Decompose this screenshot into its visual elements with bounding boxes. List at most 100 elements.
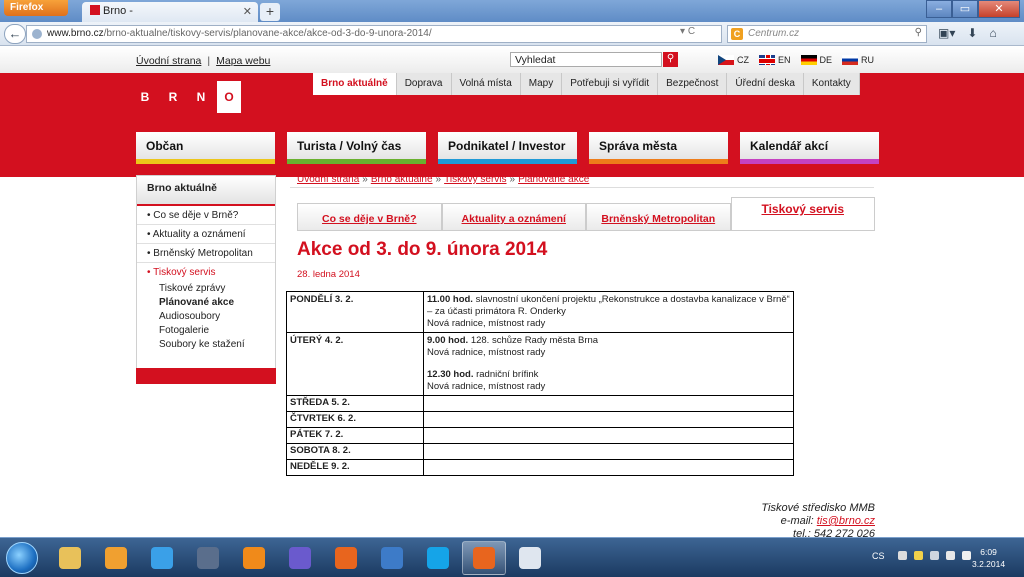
close-window-button[interactable]: ✕ (978, 0, 1020, 18)
sidebar-item-metropolitan[interactable]: Brněnský Metropolitan (137, 244, 275, 263)
subnav-uredni-deska[interactable]: Úřední deska (727, 73, 804, 95)
browser-tab[interactable]: Brno - ✕ (82, 2, 258, 22)
publish-date: 28. ledna 2014 (297, 269, 360, 280)
search-icon[interactable]: ⚲ (915, 27, 922, 38)
sidebar-sub-soubory[interactable]: Soubory ke stažení (137, 337, 275, 351)
volume-icon[interactable] (946, 551, 955, 560)
sidebar-item-aktuality[interactable]: Aktuality a oznámení (137, 225, 275, 244)
minimize-button[interactable]: – (926, 0, 952, 18)
site-search-button[interactable]: ⚲ (663, 52, 678, 67)
power-icon[interactable] (962, 551, 971, 560)
browser-search-input[interactable]: C Centrum.cz ⚲ (727, 25, 927, 43)
taskbar-app-button[interactable] (324, 541, 368, 575)
mainnav-obcan[interactable]: Občan (136, 132, 275, 164)
lang-en-label: EN (778, 55, 791, 65)
firefox-menu-button[interactable]: Firefox (4, 0, 68, 16)
breadcrumb-planovane-akce[interactable]: Plánované akce (518, 174, 589, 185)
day-cell: NEDĚLE 9. 2. (286, 459, 424, 476)
event-place: Nová radnice, místnost rady (427, 381, 546, 392)
table-row: SOBOTA 8. 2. (286, 443, 794, 460)
subnav-mapy[interactable]: Mapy (520, 73, 563, 95)
media-player-icon (105, 547, 127, 569)
maximize-button[interactable]: ▭ (952, 0, 978, 18)
tab-title: Brno - (103, 5, 133, 17)
tab-co-se-deje[interactable]: Co se děje v Brně? (297, 203, 442, 230)
taskbar-app-button[interactable] (278, 541, 322, 575)
lang-cz[interactable]: CZ (718, 55, 749, 65)
new-tab-button[interactable]: + (260, 3, 280, 21)
tab-tiskovy-servis[interactable]: Tiskový servis (730, 197, 875, 230)
clock[interactable]: 6:09 3.2.2014 (972, 546, 1005, 570)
event-text: slavnostní ukončení projektu „Rekonstruk… (427, 294, 790, 317)
taskbar-app-button[interactable] (94, 541, 138, 575)
dropdown-arrow-icon[interactable]: ▾ (680, 26, 685, 37)
sidebar-item-co-se-deje[interactable]: Co se děje v Brně? (137, 206, 275, 225)
taskbar-app-button[interactable] (140, 541, 184, 575)
secondary-nav: Brno aktuálně Doprava Volná místa Mapy P… (313, 73, 860, 95)
taskbar-app-button[interactable] (48, 541, 92, 575)
pdf-document-icon (519, 547, 541, 569)
site-search-input[interactable]: Vyhledat (510, 52, 662, 67)
sitemap-link[interactable]: Mapa webu (216, 55, 270, 67)
table-row: ÚTERÝ 4. 2. 9.00 hod. 128. schůze Rady m… (286, 332, 794, 396)
breadcrumb-tiskovy-servis[interactable]: Tiskový servis (444, 174, 506, 185)
top-links-separator: | (207, 55, 211, 67)
tab-metropolitan[interactable]: Brněnský Metropolitan (586, 203, 731, 230)
tab-aktuality[interactable]: Aktuality a oznámení (441, 203, 586, 230)
breadcrumb-uvodni-strana[interactable]: Úvodní strana (297, 174, 359, 185)
sidebar-sub-audiosoubory[interactable]: Audiosoubory (137, 309, 275, 323)
table-row: NEDĚLE 9. 2. (286, 459, 794, 476)
mainnav-sprava-mesta[interactable]: Správa města (589, 132, 728, 164)
back-button[interactable]: ← (4, 24, 26, 44)
mainnav-kalendar-akci[interactable]: Kalendář akcí (740, 132, 879, 164)
sidebar-item-tiskovy-servis[interactable]: Tiskový servis (137, 263, 275, 281)
press-tel-line: tel.: 542 272 026 (761, 528, 875, 537)
subnav-kontakty[interactable]: Kontakty (803, 73, 860, 95)
taskbar-app-button[interactable] (370, 541, 414, 575)
subnav-volna-mista[interactable]: Volná místa (451, 73, 521, 95)
mainnav-podnikatel[interactable]: Podnikatel / Investor (438, 132, 577, 164)
network-icon[interactable] (930, 551, 939, 560)
taskbar-app-button[interactable] (508, 541, 552, 575)
brno-logo[interactable]: B R N O (133, 81, 241, 113)
input-language[interactable]: CS (872, 551, 885, 561)
lang-de[interactable]: DE (800, 55, 832, 65)
subnav-bezpecnost[interactable]: Bezpečnost (658, 73, 728, 95)
taskbar-app-button[interactable] (232, 541, 276, 575)
windows-taskbar: CS 6:09 3.2.2014 (0, 537, 1024, 577)
sidebar-sub-fotogalerie[interactable]: Fotogalerie (137, 323, 275, 337)
home-link[interactable]: Úvodní strana (136, 55, 201, 67)
address-bar[interactable]: www.brno.cz/brno-aktualne/tiskovy-servis… (26, 25, 722, 43)
close-tab-icon[interactable]: ✕ (243, 5, 252, 18)
sidebar-sub-planovane-akce[interactable]: Plánované akce (137, 295, 275, 309)
taskbar-app-button[interactable] (186, 541, 230, 575)
taskbar-app-button[interactable] (462, 541, 506, 575)
web-page: Úvodní strana | Mapa webu Vyhledat ⚲ CZ EN… (0, 47, 1024, 537)
subnav-doprava[interactable]: Doprava (396, 73, 452, 95)
event-time: 12.30 hod. (427, 369, 474, 380)
start-button[interactable] (6, 542, 38, 574)
subnav-potrebuji-si-vyridit[interactable]: Potřebuji si vyřídit (562, 73, 659, 95)
logo-letter-r: R (168, 90, 178, 104)
bookmarks-menu-icon[interactable]: ▣▾ (938, 26, 955, 40)
home-icon[interactable]: ⌂ (989, 26, 996, 40)
taskbar-app-button[interactable] (416, 541, 460, 575)
logo-letter-b: B (140, 90, 150, 104)
mainnav-turista[interactable]: Turista / Volný čas (287, 132, 426, 164)
german-flag-icon (800, 55, 817, 65)
reload-icon[interactable]: C (688, 26, 695, 37)
sidebar-sub-tiskove-zpravy[interactable]: Tiskové zprávy (137, 281, 275, 295)
notification-flag-icon[interactable] (914, 551, 923, 560)
event: 9.00 hod. 128. schůze Rady města Brna No… (427, 335, 790, 359)
page-title: Akce od 3. do 9. února 2014 (297, 239, 548, 260)
download-icon[interactable]: ⬇ (967, 26, 977, 40)
show-hidden-icons-icon[interactable] (898, 551, 907, 560)
system-tray (898, 551, 971, 560)
lang-en[interactable]: EN (759, 55, 791, 65)
lang-ru[interactable]: RU (842, 55, 874, 65)
language-switcher: CZ EN DE RU (718, 55, 874, 65)
breadcrumb-brno-aktualne[interactable]: Brno aktuálně (371, 174, 433, 185)
table-row: ČTVRTEK 6. 2. (286, 411, 794, 428)
subnav-brno-aktualne[interactable]: Brno aktuálně (313, 73, 397, 95)
press-email-link[interactable]: tis@brno.cz (817, 515, 875, 527)
